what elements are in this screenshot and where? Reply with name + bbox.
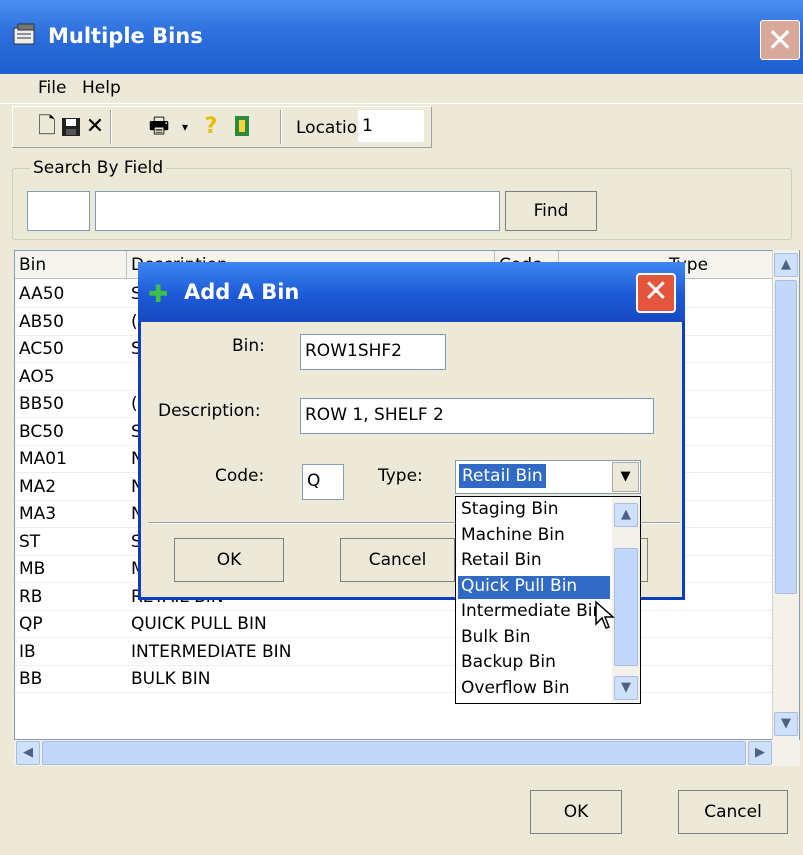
scroll-left-icon[interactable]: ◀: [16, 741, 40, 765]
type-option[interactable]: Overflow Bin: [458, 678, 610, 701]
cell-bin: AO5: [15, 364, 127, 391]
grid-horizontal-scrollbar[interactable]: ◀ ▶: [14, 740, 800, 766]
dropdown-scroll-up-icon[interactable]: ▲: [614, 503, 638, 527]
scroll-thumb[interactable]: [775, 280, 797, 594]
cell-bin: QP: [15, 611, 127, 638]
app-icon: [12, 22, 38, 48]
cell-bin: ST: [15, 529, 127, 556]
cell-description: QUICK PULL BIN: [127, 611, 495, 638]
type-option[interactable]: Quick Pull Bin: [458, 575, 610, 599]
hscroll-thumb[interactable]: [42, 741, 746, 765]
ok-button[interactable]: OK: [530, 790, 622, 834]
cell-bin: AA50: [15, 281, 127, 308]
cell-bin: MA2: [15, 474, 127, 501]
mouse-pointer-icon: [594, 600, 616, 636]
cell-bin: BC50: [15, 419, 127, 446]
type-option[interactable]: Intermediate Bin: [458, 601, 610, 624]
type-option[interactable]: Machine Bin: [458, 525, 610, 548]
table-row[interactable]: IBINTERMEDIATE BINiate Bin: [15, 639, 775, 667]
cell-bin: RB: [15, 584, 127, 611]
dialog-close-button[interactable]: ✕: [636, 273, 676, 313]
new-file-icon[interactable]: 🗋: [34, 114, 60, 140]
grid-vertical-scrollbar[interactable]: ▲ ▼: [772, 250, 799, 740]
cell-bin: MA3: [15, 501, 127, 528]
dialog-cancel-button[interactable]: Cancel: [340, 538, 455, 582]
scroll-up-icon[interactable]: ▲: [774, 253, 798, 277]
location-input[interactable]: 1: [358, 110, 424, 142]
type-label: Type:: [378, 466, 423, 486]
column-header-bin[interactable]: Bin: [15, 251, 127, 279]
toolbar-separator: [110, 110, 112, 144]
type-option[interactable]: Backup Bin: [458, 652, 610, 675]
type-option[interactable]: Bulk Bin: [458, 627, 610, 650]
exit-icon[interactable]: [230, 114, 256, 140]
cell-bin: BB50: [15, 391, 127, 418]
code-label: Code:: [215, 466, 265, 486]
save-icon[interactable]: [58, 114, 84, 140]
table-row[interactable]: BBBULK BINBBulk Bin: [15, 666, 775, 694]
scroll-down-icon[interactable]: ▼: [774, 712, 798, 736]
search-group-label: Search By Field: [30, 158, 167, 178]
type-select-value: Retail Bin: [459, 464, 546, 488]
cancel-button[interactable]: Cancel: [678, 790, 788, 834]
help-icon[interactable]: ?: [198, 114, 224, 140]
chevron-down-icon[interactable]: ▼: [612, 462, 639, 492]
description-label: Description:: [158, 401, 261, 421]
plus-icon: ✚: [148, 280, 169, 308]
cell-bin: MA01: [15, 446, 127, 473]
cell-bin: IB: [15, 639, 127, 666]
print-icon[interactable]: 🖶: [146, 114, 172, 140]
code-input[interactable]: Q: [302, 464, 344, 500]
type-option[interactable]: Retail Bin: [458, 550, 610, 573]
menu-file[interactable]: File: [38, 78, 66, 98]
toolbar-separator: [280, 110, 282, 144]
print-dropdown-icon[interactable]: ▾: [172, 114, 198, 140]
type-option[interactable]: Staging Bin: [458, 499, 610, 522]
bin-label: Bin:: [232, 336, 265, 356]
scroll-right-icon[interactable]: ▶: [748, 741, 772, 765]
dropdown-scroll-thumb[interactable]: [614, 548, 638, 666]
search-field-code-input[interactable]: [27, 191, 90, 231]
table-row[interactable]: QPQUICK PULL BINll Bin: [15, 611, 775, 639]
cell-bin: AC50: [15, 336, 127, 363]
cell-bin: MB: [15, 556, 127, 583]
dialog-ok-button[interactable]: OK: [174, 538, 284, 582]
dialog-title: Add A Bin: [184, 280, 300, 304]
find-button[interactable]: Find: [505, 191, 597, 231]
window-title: Multiple Bins: [48, 24, 203, 48]
bin-input[interactable]: ROW1SHF2: [300, 334, 446, 370]
cell-description: BULK BIN: [127, 666, 495, 693]
delete-icon[interactable]: ✕: [82, 114, 108, 140]
dropdown-scroll-down-icon[interactable]: ▼: [614, 676, 638, 700]
window-close-button[interactable]: ✕: [760, 20, 800, 60]
cell-bin: AB50: [15, 309, 127, 336]
search-field-value-input[interactable]: [95, 191, 500, 231]
menu-help[interactable]: Help: [82, 78, 121, 98]
description-input[interactable]: ROW 1, SHELF 2: [300, 398, 654, 434]
cell-description: INTERMEDIATE BIN: [127, 639, 495, 666]
cell-bin: BB: [15, 666, 127, 693]
